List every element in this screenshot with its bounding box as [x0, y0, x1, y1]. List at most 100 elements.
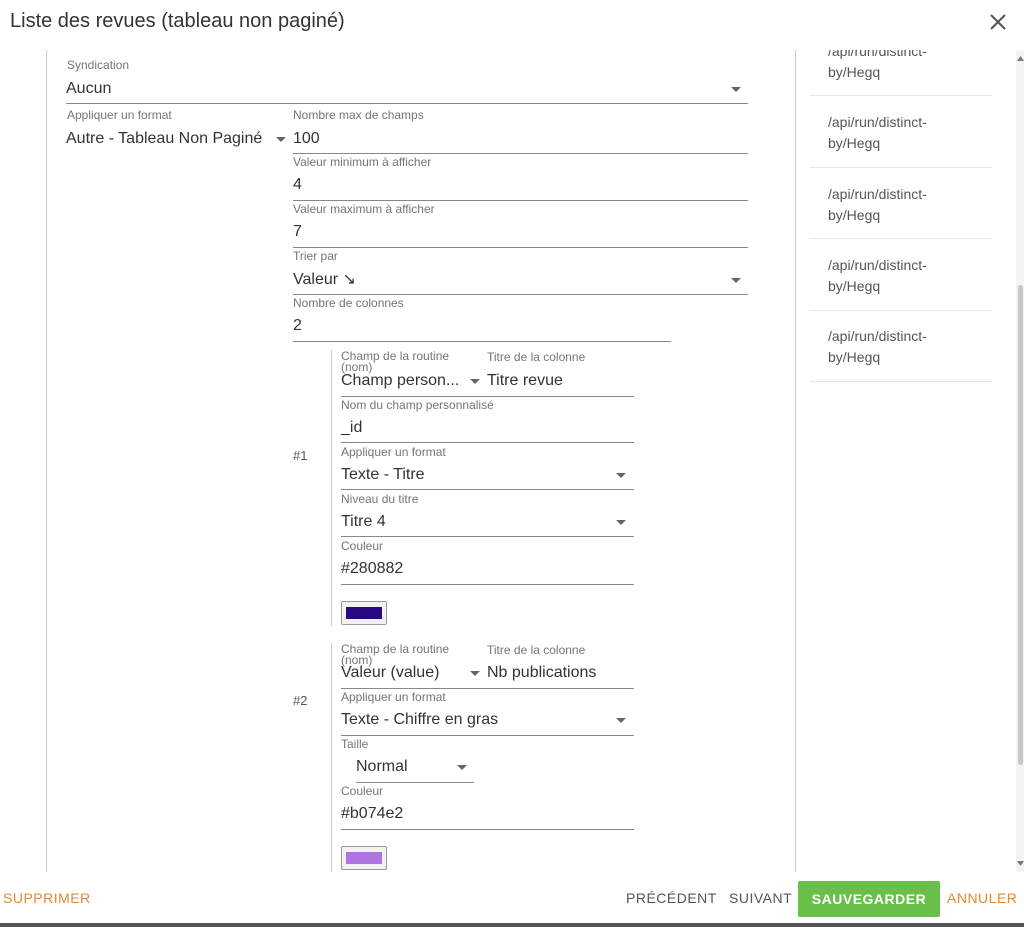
- field-underline: [341, 396, 634, 397]
- max-fields-value: 100: [293, 130, 320, 147]
- dropdown-caret-icon: [470, 379, 480, 384]
- routine-field-value: Valeur (value): [341, 664, 440, 681]
- side-separator: [810, 167, 992, 168]
- side-separator: [810, 310, 992, 311]
- field-underline: [341, 489, 634, 490]
- column-title-value: Nb publications: [487, 664, 597, 681]
- field-underline: [341, 688, 634, 689]
- min-value-underline: [293, 200, 748, 201]
- column-border: [331, 350, 332, 626]
- field-underline: [341, 829, 634, 830]
- next-button[interactable]: SUIVANT: [729, 890, 792, 906]
- column-title-value: Titre revue: [487, 372, 563, 389]
- dropdown-caret-icon: [276, 137, 286, 142]
- field-underline: [341, 442, 634, 443]
- dialog-title: Liste des revues (tableau non paginé): [10, 10, 345, 32]
- column-format-value: Texte - Chiffre en gras: [341, 711, 499, 728]
- routine-field-label: Champ de la routine (nom): [341, 642, 450, 667]
- save-button[interactable]: SAUVEGARDER: [798, 881, 940, 917]
- max-value-value: 7: [293, 223, 302, 240]
- title-level-value: Titre 4: [341, 513, 386, 530]
- side-link[interactable]: /api/run/distinct-by/Hegq: [828, 255, 927, 297]
- side-separator: [810, 238, 992, 239]
- side-link-line: by/Hegq: [828, 278, 881, 294]
- column-title-label: Titre de la colonne: [487, 643, 586, 657]
- min-value-value: 4: [293, 176, 302, 193]
- sort-by-value: Valeur ↘: [293, 271, 356, 288]
- columns-count-label: Nombre de colonnes: [293, 296, 404, 310]
- side-link-line: /api/run/distinct-: [828, 114, 927, 130]
- side-link-line: /api/run/distinct-: [828, 50, 927, 59]
- field-underline: [341, 584, 634, 585]
- field-underline: [341, 536, 634, 537]
- sort-by-label: Trier par: [293, 249, 338, 263]
- window-bottom-edge: [0, 923, 1024, 927]
- custom-field-label: Nom du champ personnalisé: [341, 398, 494, 412]
- side-link[interactable]: /api/run/distinct-by/Hegq: [828, 326, 927, 368]
- custom-field-value: _id: [341, 419, 363, 436]
- format-value: Autre - Tableau Non Paginé: [66, 130, 263, 147]
- color-swatch: [346, 607, 382, 619]
- routine-field-label: Champ de la routine (nom): [341, 349, 450, 374]
- column-format-label: Appliquer un format: [341, 445, 446, 459]
- column-format-value: Texte - Titre: [341, 466, 425, 483]
- syndication-underline: [66, 103, 748, 104]
- color-swatch-button[interactable]: [341, 846, 387, 870]
- scrollbar-thumb[interactable]: [1018, 285, 1023, 765]
- field-underline: [341, 735, 634, 736]
- routine-field-value: Champ person...: [341, 372, 460, 389]
- side-link-line: by/Hegq: [828, 135, 881, 151]
- field-underline: [356, 782, 474, 783]
- max-value-underline: [293, 247, 748, 248]
- side-link[interactable]: /api/run/distinct-by/Hegq: [828, 50, 927, 83]
- side-link-line: by/Hegq: [828, 207, 881, 223]
- syndication-value: Aucun: [66, 80, 112, 97]
- size-value: Normal: [356, 758, 408, 775]
- min-value-label: Valeur minimum à afficher: [293, 155, 432, 169]
- dropdown-caret-icon: [616, 473, 626, 478]
- close-icon[interactable]: [988, 12, 1008, 32]
- side-link-line: /api/run/distinct-: [828, 257, 927, 273]
- columns-count-underline: [293, 341, 671, 342]
- column-number: #2: [293, 693, 308, 708]
- color-swatch-button[interactable]: [341, 601, 387, 625]
- dropdown-caret-icon: [616, 718, 626, 723]
- dropdown-caret-icon: [731, 87, 741, 92]
- column-format-label: Appliquer un format: [341, 690, 446, 704]
- side-link-line: by/Hegq: [828, 64, 881, 80]
- side-link-line: /api/run/distinct-: [828, 328, 927, 344]
- dropdown-caret-icon: [457, 765, 467, 770]
- side-link[interactable]: /api/run/distinct-by/Hegq: [828, 184, 927, 226]
- dropdown-caret-icon: [616, 520, 626, 525]
- column-title-label: Titre de la colonne: [487, 350, 586, 364]
- scrollbar-up-icon[interactable]: [1017, 56, 1024, 62]
- sort-by-underline: [293, 294, 748, 295]
- side-link-line: /api/run/distinct-: [828, 186, 927, 202]
- delete-button[interactable]: SUPPRIMER: [3, 890, 91, 906]
- side-panel-border: [795, 50, 796, 872]
- side-link-line: by/Hegq: [828, 349, 881, 365]
- size-label: Taille: [341, 737, 369, 751]
- side-separator: [810, 95, 992, 96]
- syndication-label: Syndication: [67, 58, 130, 72]
- max-fields-label: Nombre max de champs: [293, 108, 424, 122]
- previous-button[interactable]: PRÉCÉDENT: [626, 890, 717, 906]
- column-number: #1: [293, 448, 308, 463]
- vertical-scrollbar[interactable]: [1016, 50, 1024, 872]
- color-value: #280882: [341, 560, 404, 577]
- column-border: [331, 643, 332, 872]
- cancel-button[interactable]: ANNULER: [947, 890, 1017, 906]
- side-link[interactable]: /api/run/distinct-by/Hegq: [828, 112, 927, 154]
- color-swatch: [346, 852, 382, 864]
- section-border: [46, 50, 47, 872]
- dialog-content[interactable]: Syndication Aucun Appliquer un format Au…: [0, 50, 1016, 872]
- color-value: #b074e2: [341, 805, 404, 822]
- format-label: Appliquer un format: [67, 108, 172, 122]
- dropdown-caret-icon: [731, 278, 741, 283]
- color-label: Couleur: [341, 784, 384, 798]
- side-separator: [810, 381, 992, 382]
- title-level-label: Niveau du titre: [341, 492, 419, 506]
- dropdown-caret-icon: [470, 671, 480, 676]
- scrollbar-down-icon[interactable]: [1017, 861, 1024, 867]
- color-label: Couleur: [341, 539, 384, 553]
